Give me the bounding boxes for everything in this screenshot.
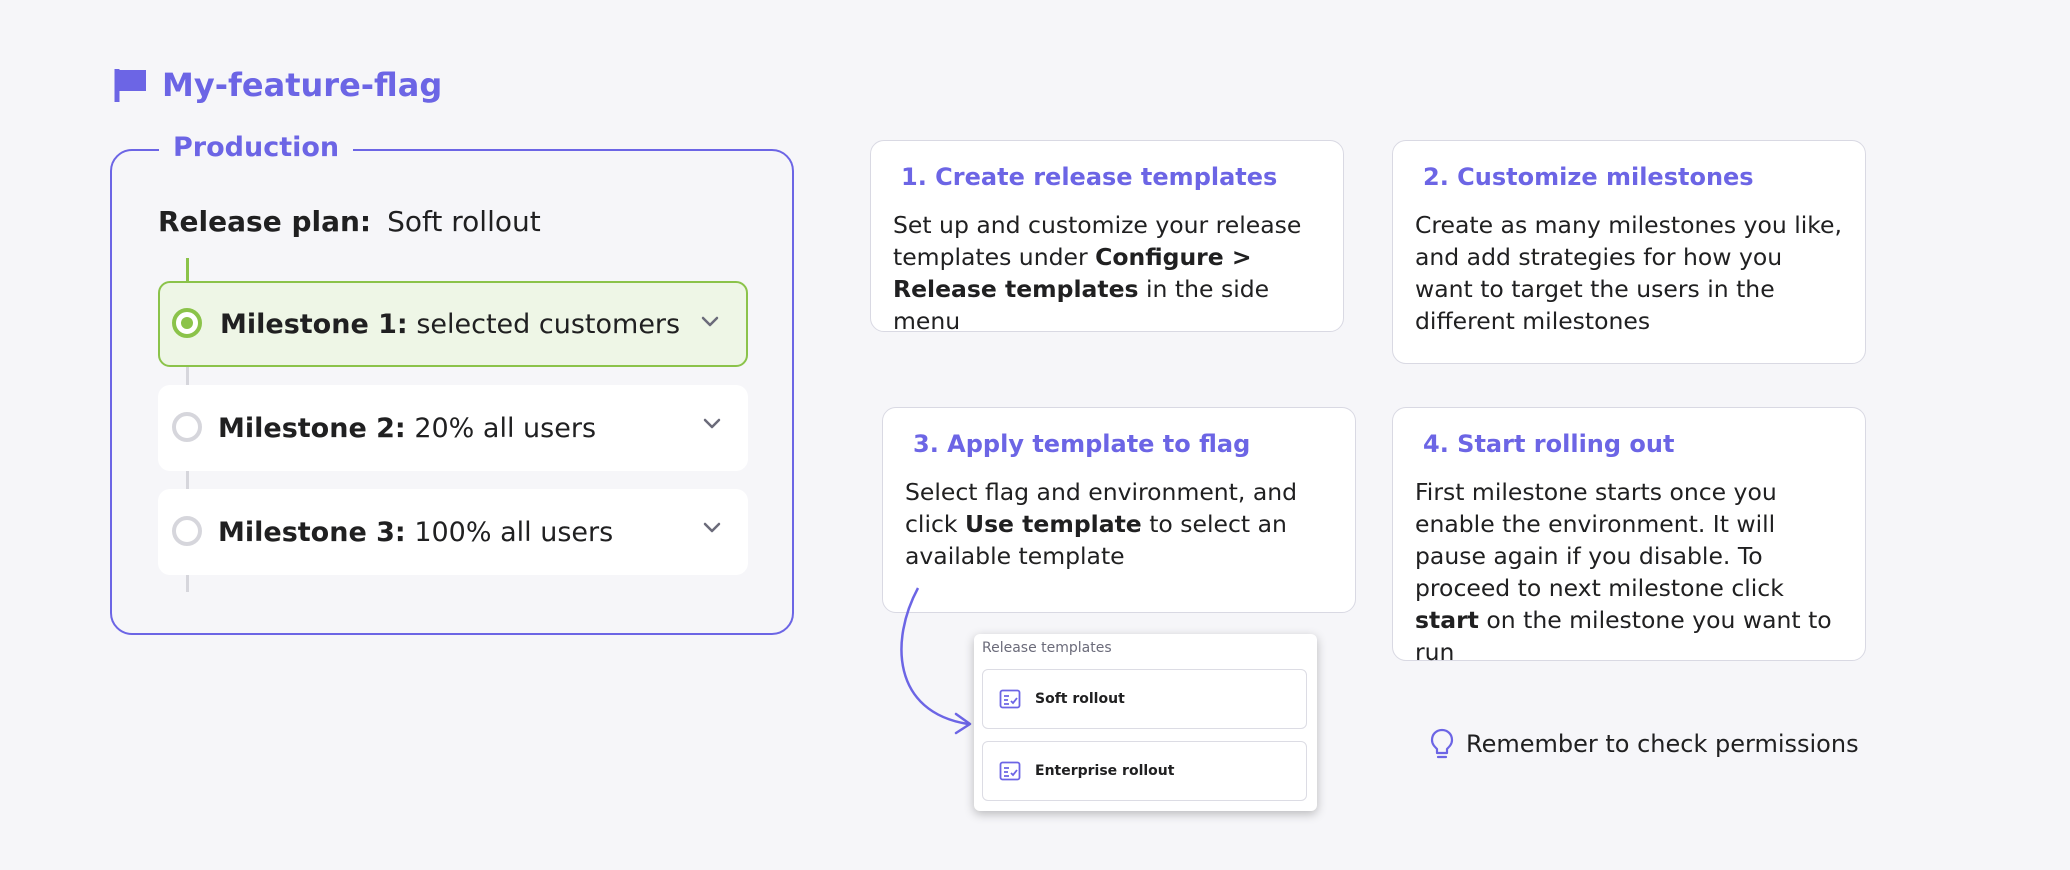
chevron-down-icon[interactable] bbox=[702, 417, 722, 431]
milestone-inactive-indicator bbox=[172, 412, 202, 442]
step-1-title: 1. Create release templates bbox=[901, 163, 1278, 191]
step-card-3: 3. Apply template to flag Select flag an… bbox=[882, 407, 1356, 613]
release-templates-popup: Release templates Soft rollout Enterpris… bbox=[974, 634, 1317, 811]
step-2-body: Create as many milestones you like, and … bbox=[1415, 211, 1842, 335]
milestone-3[interactable]: Milestone 3: 100% all users bbox=[158, 489, 748, 575]
milestone-2-text: Milestone 2: 20% all users bbox=[218, 413, 596, 444]
milestone-1-label: Milestone 1: bbox=[220, 308, 408, 340]
milestone-2[interactable]: Milestone 2: 20% all users bbox=[158, 385, 748, 471]
step-3-title: 3. Apply template to flag bbox=[913, 430, 1251, 458]
milestone-inactive-indicator bbox=[172, 516, 202, 546]
template-icon bbox=[999, 761, 1021, 781]
lightbulb-icon bbox=[1430, 728, 1454, 759]
popup-title: Release templates bbox=[982, 640, 1112, 656]
template-icon bbox=[999, 689, 1021, 709]
milestone-3-label: Milestone 3: bbox=[218, 516, 406, 548]
milestone-3-value: 100% all users bbox=[414, 516, 614, 548]
milestone-1-value: selected customers bbox=[416, 308, 681, 340]
template-option-soft-rollout[interactable]: Soft rollout bbox=[982, 669, 1307, 729]
chevron-down-icon[interactable] bbox=[700, 315, 720, 329]
reminder-text: Remember to check permissions bbox=[1466, 730, 1859, 758]
step-4-body: First milestone starts once you enable t… bbox=[1415, 478, 1832, 666]
step-2-title: 2. Customize milestones bbox=[1423, 163, 1754, 191]
release-plan-label: Release plan: bbox=[158, 205, 372, 238]
template-option-enterprise-rollout[interactable]: Enterprise rollout bbox=[982, 741, 1307, 801]
step-card-4: 4. Start rolling out First milestone sta… bbox=[1392, 407, 1866, 666]
step-1-body: Set up and customize your release templa… bbox=[893, 211, 1302, 335]
milestone-active-indicator bbox=[172, 308, 202, 338]
step-3-body: Select flag and environment, and click U… bbox=[905, 478, 1298, 570]
environment-label: Production bbox=[159, 132, 354, 163]
milestone-2-value: 20% all users bbox=[414, 412, 597, 444]
milestone-2-label: Milestone 2: bbox=[218, 412, 406, 444]
milestone-1-text: Milestone 1: selected customers bbox=[220, 309, 680, 340]
chevron-down-icon[interactable] bbox=[702, 521, 722, 535]
template-option-label: Soft rollout bbox=[1035, 691, 1125, 707]
permissions-reminder: Remember to check permissions bbox=[1430, 728, 1859, 760]
flag-name: My-feature-flag bbox=[162, 66, 443, 104]
template-option-label: Enterprise rollout bbox=[1035, 763, 1175, 779]
milestone-3-text: Milestone 3: 100% all users bbox=[218, 517, 613, 548]
feature-flag-title: My-feature-flag bbox=[114, 66, 442, 104]
release-plan-value: Soft rollout bbox=[387, 205, 541, 238]
milestone-1[interactable]: Milestone 1: selected customers bbox=[158, 281, 748, 367]
flag-icon bbox=[114, 69, 146, 102]
step-card-1: 1. Create release templates Set up and c… bbox=[870, 140, 1344, 335]
step-4-title: 4. Start rolling out bbox=[1423, 430, 1675, 458]
step-card-2: 2. Customize milestones Create as many m… bbox=[1392, 140, 1866, 364]
release-plan: Release plan: Soft rollout bbox=[158, 205, 541, 238]
